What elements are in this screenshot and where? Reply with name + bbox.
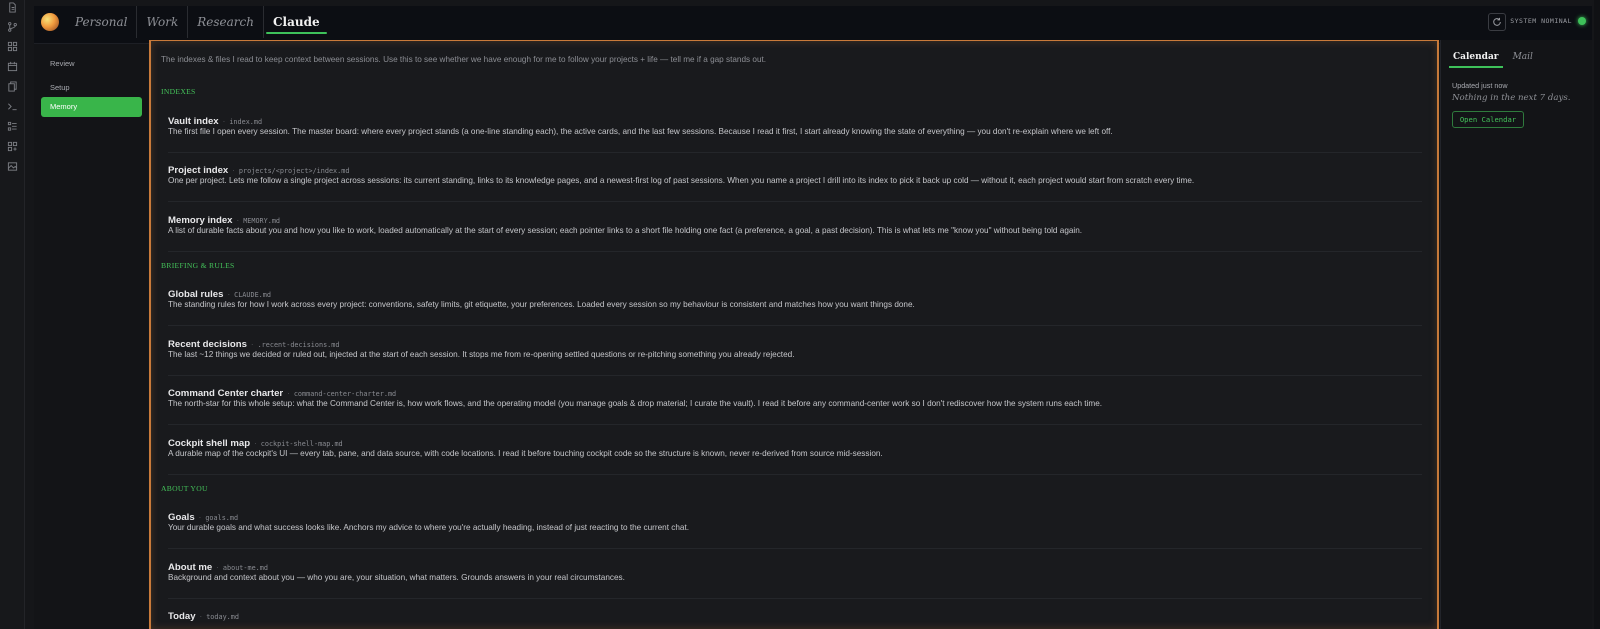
item-title: Global rules xyxy=(168,289,224,300)
tab-calendar[interactable]: Calendar xyxy=(1449,52,1503,68)
separator-dot: · xyxy=(232,166,235,175)
memory-item[interactable]: Vault index · index.md The first file I op… xyxy=(168,105,1422,153)
nav-item-review[interactable]: Review xyxy=(41,54,142,74)
section-heading: ABOUT YOU xyxy=(161,484,208,493)
separator-dot: · xyxy=(198,513,202,522)
separator-dot: · xyxy=(199,612,203,621)
tab-work[interactable]: Work xyxy=(136,6,187,38)
refresh-icon xyxy=(1493,17,1501,26)
open-calendar-button[interactable]: Open Calendar xyxy=(1452,111,1524,128)
top-header: Personal Work Research Claude SYSTEM NOM… xyxy=(34,6,1592,44)
workspace-tabs: Personal Work Research Claude xyxy=(66,6,329,38)
app-logo xyxy=(41,13,59,31)
terminal-icon[interactable] xyxy=(6,100,19,113)
memory-item[interactable]: Project index · projects/<project>/index.m… xyxy=(168,154,1422,202)
item-title: Goals xyxy=(168,512,195,523)
status-indicator xyxy=(1578,17,1586,25)
grid-icon[interactable] xyxy=(6,40,19,53)
item-title: Today xyxy=(168,611,196,622)
item-description: Background and context about you — who y… xyxy=(168,573,625,582)
item-description: A durable map of the cockpit's UI — ever… xyxy=(168,449,883,458)
item-filename: MEMORY.md xyxy=(243,217,281,225)
item-filename: goals.md xyxy=(205,514,239,522)
updated-text: Updated just now xyxy=(1452,81,1508,90)
item-filename: .recent-decisions.md xyxy=(257,341,340,349)
separator-dot: · xyxy=(250,340,254,349)
icon-rail xyxy=(0,0,25,629)
separator-dot: · xyxy=(216,563,219,572)
memory-item[interactable]: Goals · goals.md Your durable goals and wh… xyxy=(168,501,1422,549)
nav-item-memory[interactable]: Memory xyxy=(41,97,142,117)
item-filename: index.md xyxy=(229,118,263,126)
right-panel: Calendar Mail Updated just now Nothing i… xyxy=(1440,40,1592,629)
apps-icon[interactable] xyxy=(6,140,19,153)
item-description: Your durable goals and what success look… xyxy=(168,523,690,532)
item-description: A list of durable facts about you and ho… xyxy=(168,226,1083,235)
item-filename: today.md xyxy=(206,613,239,621)
separator-dot: · xyxy=(287,389,290,398)
memory-item[interactable]: Memory index · MEMORY.md A list of durable… xyxy=(168,204,1422,252)
item-description: One per project. Lets me follow a single… xyxy=(168,176,1195,185)
separator-dot: · xyxy=(222,117,226,126)
scrollbar[interactable] xyxy=(1594,0,1600,629)
tab-personal[interactable]: Personal xyxy=(66,6,136,38)
branch-icon[interactable] xyxy=(6,20,19,33)
memory-item[interactable]: Global rules · CLAUDE.md The standing rule… xyxy=(168,278,1422,326)
memory-item[interactable]: Recent decisions · .recent-decisions.md Th… xyxy=(168,328,1422,376)
right-panel-tabs: Calendar Mail xyxy=(1449,52,1543,68)
item-title: Command Center charter xyxy=(168,388,284,399)
item-filename: command-center-charter.md xyxy=(293,390,397,398)
section-heading: BRIEFING & RULES xyxy=(161,261,235,270)
memory-item[interactable]: Cockpit shell map · cockpit-shell-map.md A… xyxy=(168,427,1422,475)
item-title: Vault index xyxy=(168,116,219,127)
item-title: About me xyxy=(168,562,213,573)
image-icon[interactable] xyxy=(6,160,19,173)
nav-item-setup[interactable]: Setup xyxy=(41,78,142,98)
item-filename: cockpit-shell-map.md xyxy=(260,440,343,448)
item-description: The standing rules for how I work across… xyxy=(168,300,915,309)
refresh-button[interactable] xyxy=(1488,13,1506,31)
item-filename: about-me.md xyxy=(222,564,268,572)
tab-research[interactable]: Research xyxy=(187,6,263,38)
document-icon[interactable] xyxy=(6,1,19,14)
item-title: Recent decisions xyxy=(168,339,247,350)
memory-item[interactable]: Today · today.md xyxy=(168,600,1422,629)
list-icon[interactable] xyxy=(6,120,19,133)
tab-mail[interactable]: Mail xyxy=(1509,52,1537,68)
empty-state-text: Nothing in the next 7 days. xyxy=(1452,93,1571,103)
separator-dot: · xyxy=(227,290,231,299)
item-description: The north-star for this whole setup: wha… xyxy=(168,399,1103,408)
item-title: Project index xyxy=(168,165,229,176)
calendar-icon[interactable] xyxy=(6,60,19,73)
memory-item[interactable]: About me · about-me.md Background and cont… xyxy=(168,551,1422,599)
memory-item[interactable]: Command Center charter · command-center-ch… xyxy=(168,377,1422,425)
intro-text: The indexes & files I read to keep conte… xyxy=(161,55,767,64)
tab-claude[interactable]: Claude xyxy=(263,6,329,38)
separator-dot: · xyxy=(236,216,240,225)
item-title: Memory index xyxy=(168,215,233,226)
separator-dot: · xyxy=(254,439,257,448)
section-heading: INDEXES xyxy=(161,87,196,96)
files-icon[interactable] xyxy=(6,80,19,93)
side-nav: Review Setup Memory xyxy=(34,44,148,629)
memory-pane: The indexes & files I read to keep conte… xyxy=(149,40,1439,629)
item-filename: CLAUDE.md xyxy=(234,291,271,299)
item-description: The last ~12 things we decided or ruled … xyxy=(168,350,795,359)
system-status-text: SYSTEM NOMINAL xyxy=(1510,17,1572,25)
item-filename: projects/<project>/index.md xyxy=(238,167,350,175)
item-description: The first file I open every session. The… xyxy=(168,127,1113,136)
item-title: Cockpit shell map xyxy=(168,438,251,449)
